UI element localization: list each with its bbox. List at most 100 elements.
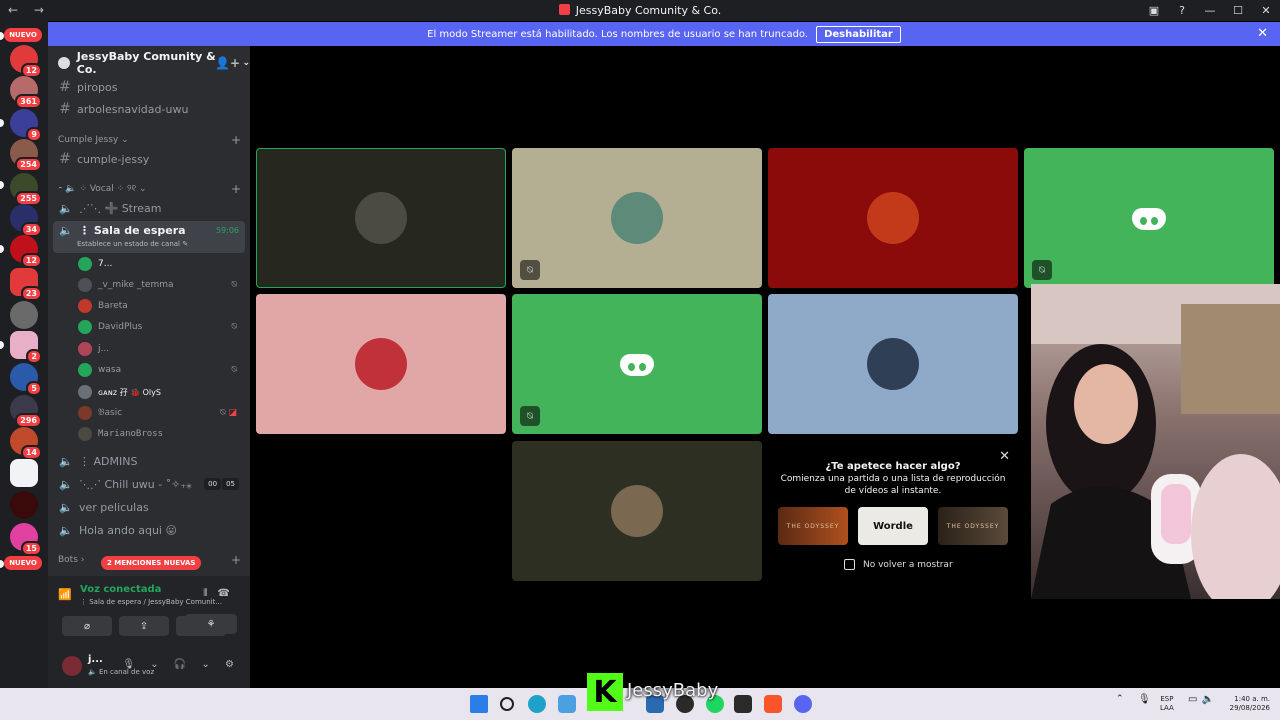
language-indicator[interactable]: ESP LAA — [1160, 695, 1174, 713]
user-controls[interactable]: 🎙 ⌄ 🎧 ⌄ ⚙ — [122, 659, 240, 670]
channel-status-hint[interactable]: Establece un estado de canal ✎ — [77, 240, 188, 248]
edge-icon[interactable] — [528, 695, 546, 713]
channel-cumple[interactable]: # cumple-jessy — [53, 149, 245, 169]
soundboard-button[interactable]: ⚘ — [185, 614, 237, 634]
discord-icon[interactable] — [794, 695, 812, 713]
user-name[interactable]: j... — [88, 654, 103, 665]
server-icon[interactable]: 5 — [10, 363, 42, 396]
channel-piropos[interactable]: # piropos — [53, 77, 245, 97]
server-icon[interactable]: 2 — [10, 331, 42, 364]
server-icon[interactable]: 255 — [10, 173, 42, 206]
inbox-icon[interactable]: ▣ — [1140, 0, 1168, 21]
chevron-down-icon: ⌄ — [242, 58, 250, 68]
voice-user[interactable]: wasa ⍉ — [78, 360, 243, 380]
voice-user[interactable]: MarianoBross — [78, 424, 243, 444]
voice-channel-path[interactable]: ⋮ Sala de espera / JessyBaby Comunit... — [80, 598, 222, 606]
screen-share-button[interactable]: ⇪ — [119, 616, 169, 636]
voice-channel-admins[interactable]: 🔈 ⋮ ADMINS — [53, 451, 245, 471]
voice-user[interactable]: j... — [78, 339, 243, 359]
server-badge: 5 — [26, 381, 42, 396]
new-badge-top[interactable]: NUEVO — [4, 28, 42, 42]
channel-arboles[interactable]: # arbolesnavidad-uwu — [53, 99, 245, 119]
add-channel-icon[interactable]: + — [231, 133, 241, 147]
search-icon[interactable] — [500, 697, 514, 711]
video-tile[interactable] — [256, 148, 506, 288]
server-badge: 15 — [20, 541, 42, 556]
category-cumple[interactable]: Cumple Jessy ⌄ + — [58, 133, 243, 147]
server-icon[interactable] — [10, 459, 38, 487]
server-icon[interactable]: 9 — [10, 109, 42, 142]
activity-card[interactable]: THE ODYSSEY — [938, 507, 1008, 545]
disable-streamer-button[interactable]: Deshabilitar — [816, 25, 901, 43]
guild-header[interactable]: JessyBaby Comunity & Co. ⌄ 👤+ — [48, 46, 250, 80]
video-tile[interactable] — [768, 294, 1018, 434]
voice-user[interactable]: Bareta — [78, 296, 243, 316]
voice-user[interactable]: _v_mike _temma ⍉ — [78, 275, 243, 295]
voice-channel-stream[interactable]: 🔈 ⋰⋱ ➕ Stream — [53, 198, 245, 218]
server-icon[interactable]: 14 — [10, 427, 42, 460]
voice-user[interactable]: 𝔅asic ⍉ ◪ — [78, 403, 243, 423]
dont-show-label: No volver a mostrar — [863, 559, 953, 570]
server-icon[interactable] — [10, 491, 38, 519]
voice-channel-chill[interactable]: 🔈 ⋱⋰ Chill uwu - ˚✧₊⁎ 00 05 — [53, 474, 245, 494]
system-icons[interactable]: ▭🔈 — [1188, 695, 1218, 705]
add-channel-icon[interactable]: + — [231, 182, 241, 196]
server-rail: NUEVO 12 361 9 254 255 34 12 23 2 5 296 … — [0, 21, 48, 688]
epic-icon[interactable] — [734, 695, 752, 713]
app-icon[interactable] — [558, 695, 576, 713]
signal-icon[interactable]: 📶 — [58, 588, 72, 601]
minimize-button[interactable]: — — [1196, 0, 1224, 21]
close-window-button[interactable]: ✕ — [1252, 0, 1280, 21]
server-icon[interactable]: 361 — [10, 76, 42, 109]
server-icon[interactable]: 15 — [10, 523, 42, 556]
dont-show-again[interactable]: No volver a mostrar — [844, 559, 953, 570]
video-tile[interactable]: ⍉ — [512, 148, 762, 288]
streamer-mode-banner: El modo Streamer está habilitado. Los no… — [48, 22, 1280, 46]
server-icon[interactable]: 12 — [10, 45, 42, 78]
user-count-pill: 00 05 — [204, 478, 239, 490]
banner-close-icon[interactable]: ✕ — [1257, 26, 1268, 41]
voice-channel-peliculas[interactable]: 🔈 ver peliculas — [53, 497, 245, 517]
mic-icon[interactable]: 🎙 — [1138, 695, 1151, 705]
voice-channel-sala[interactable]: 🔈 ⋮ Sala de espera Establece un estado de… — [53, 221, 245, 253]
server-icon[interactable]: 34 — [10, 204, 42, 237]
disconnect-icon[interactable]: ☎ — [218, 588, 240, 599]
activity-card[interactable]: THE ODYSSEY — [778, 507, 848, 545]
video-tile[interactable] — [768, 148, 1018, 288]
video-tile[interactable] — [256, 294, 506, 434]
video-tile[interactable]: ⍉ — [512, 294, 762, 434]
voice-status[interactable]: Voz conectada — [80, 584, 161, 595]
avatar[interactable] — [62, 656, 82, 676]
voice-user[interactable]: DavidPlus ⍉ — [78, 317, 243, 337]
voice-user[interactable]: 7... — [78, 254, 243, 274]
video-tile[interactable]: ⍉ — [1024, 148, 1274, 288]
voice-channel-hola[interactable]: 🔈 Hola ando aqui 😛 — [53, 520, 245, 540]
activity-card-wordle[interactable]: Wordle — [858, 507, 928, 545]
category-vocal[interactable]: ⁃ 🔈 ⁘ Vocal ⁘ ୨୧ ⌄ + — [58, 182, 243, 196]
camera-button[interactable]: ⌀ — [62, 616, 112, 636]
server-icon[interactable]: 296 — [10, 395, 42, 428]
video-tile[interactable] — [512, 441, 762, 581]
clock[interactable]: 1:40 a. m. 29/08/2026 — [1224, 695, 1270, 713]
channel-label: cumple-jessy — [77, 152, 150, 166]
tray-chevron-icon[interactable]: ⌃ — [1116, 695, 1124, 704]
invite-icon[interactable]: 👤+ — [215, 56, 240, 70]
noise-suppression-icon[interactable]: ⦀ — [203, 588, 217, 599]
add-channel-icon[interactable]: + — [231, 553, 241, 567]
server-icon[interactable]: 12 — [10, 235, 42, 268]
new-mentions-badge[interactable]: 2 MENCIONES NUEVAS — [101, 556, 202, 570]
brave-icon[interactable] — [764, 695, 782, 713]
avatar — [355, 338, 407, 390]
hash-icon: # — [59, 101, 71, 117]
checkbox[interactable] — [844, 559, 855, 570]
unread-pip — [0, 119, 4, 127]
start-icon[interactable] — [470, 695, 488, 713]
server-icon[interactable]: 254 — [10, 139, 42, 172]
voice-user[interactable]: ɢᴀɴᴢ 孖 🐞 OlyS — [78, 382, 243, 402]
new-badge-bottom[interactable]: NUEVO — [4, 556, 42, 570]
server-icon[interactable]: 23 — [10, 268, 42, 301]
activity-title: ¿Te apetece hacer algo? — [825, 461, 961, 472]
help-icon[interactable]: ? — [1168, 0, 1196, 21]
maximize-button[interactable]: ☐ — [1224, 0, 1252, 21]
server-icon[interactable] — [10, 301, 38, 329]
